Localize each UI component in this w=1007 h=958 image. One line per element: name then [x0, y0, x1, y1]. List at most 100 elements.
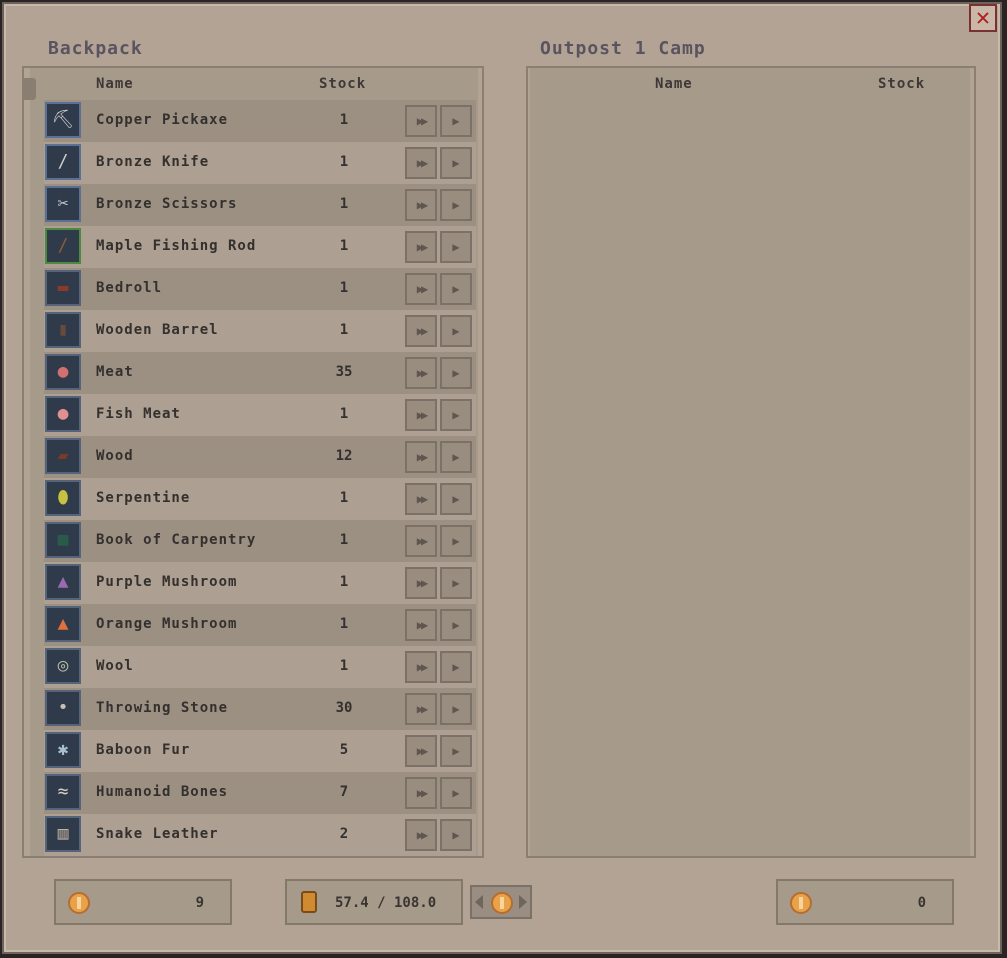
item-stock: 1	[339, 616, 349, 632]
transfer-one-button[interactable]: ▶	[440, 483, 472, 515]
item-name: Wood	[96, 448, 134, 464]
transfer-one-button[interactable]: ▶	[440, 105, 472, 137]
transfer-one-button[interactable]: ▶	[440, 777, 472, 809]
orange-mushroom-icon: ▲	[45, 606, 81, 642]
coin-transfer-button[interactable]	[470, 885, 532, 919]
item-name: Copper Pickaxe	[96, 112, 229, 128]
coin-icon	[68, 892, 90, 914]
transfer-all-button[interactable]: ▶▶	[405, 189, 437, 221]
transfer-one-button[interactable]: ▶	[440, 525, 472, 557]
item-stock: 1	[339, 574, 349, 590]
fishing-rod-icon: /	[45, 228, 81, 264]
camp-column-header-name: Name	[655, 76, 693, 92]
item-stock: 1	[339, 406, 349, 422]
player-coins-value: 9	[195, 895, 204, 911]
transfer-all-button[interactable]: ▶▶	[405, 609, 437, 641]
inventory-row[interactable]: • Throwing Stone 30 ▶▶ ▶	[44, 688, 476, 730]
camp-coins-box: 0	[776, 879, 954, 925]
transfer-all-button[interactable]: ▶▶	[405, 819, 437, 851]
item-name: Bronze Knife	[96, 154, 210, 170]
transfer-one-button[interactable]: ▶	[440, 189, 472, 221]
weight-value: 57.4 / 108.0	[335, 895, 437, 911]
transfer-all-button[interactable]: ▶▶	[405, 483, 437, 515]
inventory-row[interactable]: ▰ Wood 12 ▶▶ ▶	[44, 436, 476, 478]
transfer-one-button[interactable]: ▶	[440, 735, 472, 767]
column-header-name: Name	[96, 76, 134, 92]
transfer-one-button[interactable]: ▶	[440, 357, 472, 389]
item-stock: 1	[339, 238, 349, 254]
inventory-row[interactable]: ▮ Wooden Barrel 1 ▶▶ ▶	[44, 310, 476, 352]
transfer-one-button[interactable]: ▶	[440, 651, 472, 683]
item-stock: 1	[339, 658, 349, 674]
transfer-all-button[interactable]: ▶▶	[405, 273, 437, 305]
inventory-row[interactable]: ≈ Humanoid Bones 7 ▶▶ ▶	[44, 772, 476, 814]
item-stock: 1	[339, 112, 349, 128]
transfer-all-button[interactable]: ▶▶	[405, 105, 437, 137]
transfer-all-button[interactable]: ▶▶	[405, 357, 437, 389]
wool-icon: ◎	[45, 648, 81, 684]
item-name: Serpentine	[96, 490, 191, 506]
transfer-all-button[interactable]: ▶▶	[405, 693, 437, 725]
inventory-row[interactable]: ▬ Bedroll 1 ▶▶ ▶	[44, 268, 476, 310]
transfer-one-button[interactable]: ▶	[440, 441, 472, 473]
wood-icon: ▰	[45, 438, 81, 474]
scrollbar-handle[interactable]	[22, 78, 36, 100]
weight-box: 57.4 / 108.0	[285, 879, 463, 925]
transfer-all-button[interactable]: ▶▶	[405, 231, 437, 263]
transfer-all-button[interactable]: ▶▶	[405, 651, 437, 683]
inventory-row[interactable]: ▲ Purple Mushroom 1 ▶▶ ▶	[44, 562, 476, 604]
transfer-all-button[interactable]: ▶▶	[405, 399, 437, 431]
item-stock: 1	[339, 490, 349, 506]
item-name: Orange Mushroom	[96, 616, 238, 632]
arrow-right-icon	[519, 895, 527, 909]
transfer-all-button[interactable]: ▶▶	[405, 735, 437, 767]
transfer-one-button[interactable]: ▶	[440, 315, 472, 347]
inventory-row[interactable]: ● Fish Meat 1 ▶▶ ▶	[44, 394, 476, 436]
item-name: Purple Mushroom	[96, 574, 238, 590]
inventory-row[interactable]: ■ Book of Carpentry 1 ▶▶ ▶	[44, 520, 476, 562]
transfer-one-button[interactable]: ▶	[440, 609, 472, 641]
book-icon: ■	[45, 522, 81, 558]
item-stock: 1	[339, 322, 349, 338]
transfer-all-button[interactable]: ▶▶	[405, 441, 437, 473]
transfer-one-button[interactable]: ▶	[440, 273, 472, 305]
backpack-weight-icon	[301, 891, 317, 913]
item-name: Wooden Barrel	[96, 322, 219, 338]
transfer-one-button[interactable]: ▶	[440, 147, 472, 179]
player-coins-box: 9	[54, 879, 232, 925]
close-button[interactable]: ✕	[969, 4, 997, 32]
item-name: Bedroll	[96, 280, 163, 296]
transfer-one-button[interactable]: ▶	[440, 567, 472, 599]
item-name: Humanoid Bones	[96, 784, 229, 800]
transfer-all-button[interactable]: ▶▶	[405, 525, 437, 557]
bones-icon: ≈	[45, 774, 81, 810]
transfer-one-button[interactable]: ▶	[440, 399, 472, 431]
inventory-row[interactable]: ✂ Bronze Scissors 1 ▶▶ ▶	[44, 184, 476, 226]
inventory-row[interactable]: ◎ Wool 1 ▶▶ ▶	[44, 646, 476, 688]
transfer-one-button[interactable]: ▶	[440, 693, 472, 725]
inventory-row[interactable]: / Maple Fishing Rod 1 ▶▶ ▶	[44, 226, 476, 268]
transfer-one-button[interactable]: ▶	[440, 819, 472, 851]
transfer-all-button[interactable]: ▶▶	[405, 147, 437, 179]
fish-meat-icon: ●	[45, 396, 81, 432]
inventory-row[interactable]: ✱ Baboon Fur 5 ▶▶ ▶	[44, 730, 476, 772]
bedroll-icon: ▬	[45, 270, 81, 306]
item-stock: 35	[335, 364, 353, 380]
inventory-row[interactable]: ⬮ Serpentine 1 ▶▶ ▶	[44, 478, 476, 520]
inventory-row[interactable]: ⛏ Copper Pickaxe 1 ▶▶ ▶	[44, 100, 476, 142]
camp-column-header-stock: Stock	[878, 76, 926, 92]
inventory-row[interactable]: ▥ Snake Leather 2 ▶▶ ▶	[44, 814, 476, 856]
camp-coins-value: 0	[917, 895, 926, 911]
transfer-all-button[interactable]: ▶▶	[405, 315, 437, 347]
item-stock: 7	[339, 784, 349, 800]
scissors-icon: ✂	[45, 186, 81, 222]
inventory-row[interactable]: ● Meat 35 ▶▶ ▶	[44, 352, 476, 394]
inventory-row[interactable]: / Bronze Knife 1 ▶▶ ▶	[44, 142, 476, 184]
item-stock: 1	[339, 154, 349, 170]
knife-icon: /	[45, 144, 81, 180]
transfer-all-button[interactable]: ▶▶	[405, 567, 437, 599]
pickaxe-icon: ⛏	[45, 102, 81, 138]
transfer-one-button[interactable]: ▶	[440, 231, 472, 263]
inventory-row[interactable]: ▲ Orange Mushroom 1 ▶▶ ▶	[44, 604, 476, 646]
transfer-all-button[interactable]: ▶▶	[405, 777, 437, 809]
